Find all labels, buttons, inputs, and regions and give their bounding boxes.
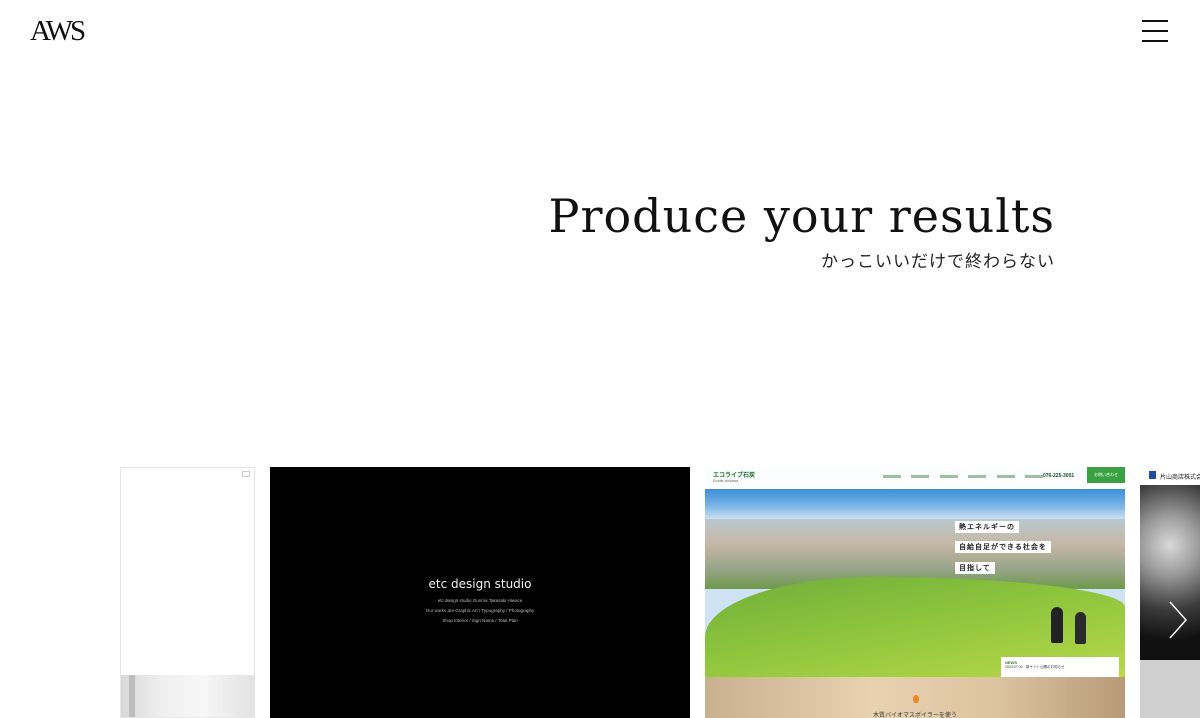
nav-link-placeholder — [939, 475, 958, 478]
slide-site-brand-sub: Ecolife Ishikawa — [713, 479, 739, 483]
nav-link-placeholder — [911, 475, 930, 478]
work-slide-etc-design-studio[interactable]: etc design studio etc design studio Gunm… — [270, 467, 690, 718]
company-logo-icon — [1149, 471, 1156, 479]
slide-site-copy: 熱エネルギーの — [955, 521, 1019, 533]
slide-footer-image — [1140, 660, 1200, 718]
person-figure — [1051, 607, 1063, 643]
chevron-right-icon[interactable] — [1166, 600, 1190, 640]
nav-link-placeholder — [968, 475, 987, 478]
nav-link-placeholder — [883, 475, 901, 478]
hero: Produce your results かっこいいだけで終わらない — [549, 190, 1055, 272]
slide-site-nav-links — [883, 475, 1043, 479]
slide-site-contact-button: お問い合わせ — [1087, 467, 1125, 483]
work-slide-katayama[interactable]: 片山商店株式会社 — [1140, 467, 1200, 718]
news-text: 2023.07.00 新サイト公開のお知らせ — [1005, 665, 1065, 669]
work-slide[interactable] — [120, 467, 255, 718]
slide-sky-image — [705, 489, 1125, 519]
slide-thumbnail-image — [121, 675, 254, 717]
slide-site-text: etc design studio Gunma Takasaki Hiwace — [437, 598, 523, 603]
slide-site-news: NEWS 2023.07.00 新サイト公開のお知らせ — [1001, 657, 1119, 679]
slide-site-copy: 目指して — [955, 562, 995, 574]
menu-bar-middle — [1142, 30, 1168, 32]
work-slide-ecolife[interactable]: エコライブ石炭 Ecolife Ishikawa 076-225-3001 お問… — [705, 467, 1125, 718]
slide-site-brand: エコライブ石炭 — [713, 473, 756, 479]
slide-site-copy: 自給自足ができる社会を — [955, 541, 1051, 553]
nav-link-placeholder — [996, 475, 1015, 478]
menu-bar-top — [1142, 20, 1168, 22]
hero-title: Produce your results — [548, 189, 1055, 243]
site-logo[interactable]: AWS — [30, 17, 86, 46]
slide-site-nav: エコライブ石炭 Ecolife Ishikawa 076-225-3001 お問… — [705, 467, 1125, 489]
slide-site-name: 片山商店株式会社 — [1160, 475, 1200, 481]
menu-bar-bottom — [1142, 40, 1168, 42]
slide-feature-text: 木質バイオマスボイラーを使う — [872, 713, 957, 718]
nav-link-placeholder — [1024, 475, 1043, 478]
close-icon — [242, 471, 250, 477]
slide-site-phone: 076-225-3001 — [1043, 473, 1075, 479]
works-carousel: etc design studio etc design studio Gunm… — [120, 467, 1200, 718]
hero-subtitle: かっこいいだけで終わらない — [821, 251, 1055, 272]
slide-site-header: 片山商店株式会社 — [1140, 467, 1200, 485]
hamburger-menu-icon[interactable] — [1140, 20, 1168, 44]
slide-site-title: etc design studio — [428, 577, 532, 591]
flame-icon — [913, 695, 919, 703]
slide-site-text: Our works are Graphic Art / Typography /… — [425, 608, 535, 613]
slide-site-text: Shop Interior / Sign Name / Total Plan — [442, 618, 518, 623]
person-figure — [1075, 612, 1086, 644]
photo-detail — [129, 675, 135, 717]
